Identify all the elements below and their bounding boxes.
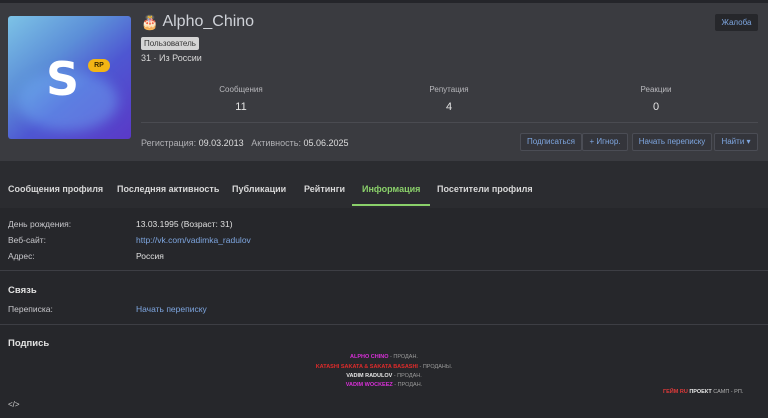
ignore-button[interactable]: + Игнор.: [582, 133, 628, 151]
activity-value: 05.06.2025: [303, 138, 349, 148]
profile-dates: Регистрация: 09.03.2013 Активность: 05.0…: [141, 138, 349, 148]
signature-name: VADIM RADULOV: [346, 373, 393, 379]
profile-tabs: Сообщения профиля Последняя активность П…: [0, 174, 768, 206]
username: 🎂 Alpho_Chino: [141, 13, 254, 31]
activity-label: Активность:: [251, 138, 301, 148]
start-conversation-link[interactable]: Начать переписку: [136, 304, 207, 314]
signature-name: ALPHO CHINO: [350, 354, 389, 360]
avatar-letter: S: [46, 52, 80, 106]
section-divider: [0, 324, 768, 325]
section-divider: [0, 270, 768, 271]
tab-latest-activity[interactable]: Последняя активность: [117, 174, 219, 206]
subscribe-button[interactable]: Подписаться: [520, 133, 582, 151]
footer-suffix: САМП - РП.: [711, 389, 744, 395]
stat-label: Реакции: [640, 85, 672, 94]
signature-name: KATASHI SAKATA & SAKATA BASASHI: [315, 364, 418, 370]
signature-line: VADIM RADULOV - ПРОДАН.: [0, 373, 768, 379]
signature-line: VADIM WOCKEEZ - ПРОДАН.: [0, 382, 768, 388]
signature-section-title: Подпись: [8, 338, 50, 349]
footer-project: ПРОЕКТ: [687, 389, 712, 395]
header-divider: [141, 122, 758, 123]
stat-value: 11: [235, 101, 247, 113]
tab-information[interactable]: Информация: [352, 174, 431, 206]
report-button[interactable]: Жалоба: [715, 14, 758, 31]
stat-reactions[interactable]: Реакции 0: [596, 85, 716, 113]
signature-status: - ПРОДАН.: [388, 354, 418, 360]
signature-status: - ПРОДАНЫ.: [417, 364, 453, 370]
profile-avatar[interactable]: S RP: [8, 16, 131, 139]
tab-ratings[interactable]: Рейтинги: [304, 174, 345, 206]
stat-value: 0: [652, 101, 660, 113]
avatar-rp-badge: RP: [88, 59, 110, 72]
signature-line: ALPHO CHINO - ПРОДАН.: [0, 354, 768, 360]
registration-label: Регистрация:: [141, 138, 197, 148]
info-label: Переписка:: [8, 304, 53, 314]
code-icon[interactable]: </>: [8, 400, 20, 409]
role-badge: Пользователь: [141, 37, 199, 50]
signature-line: KATASHI SAKATA & SAKATA BASASHI - ПРОДАН…: [0, 364, 768, 370]
stat-label: Репутация: [429, 85, 469, 94]
birthday-cake-icon: 🎂: [141, 13, 159, 30]
info-label: Адрес:: [8, 251, 35, 261]
start-conversation-button[interactable]: Начать переписку: [632, 133, 712, 151]
signature-status: - ПРОДАН.: [392, 382, 423, 388]
username-text: Alpho_Chino: [162, 13, 255, 30]
tab-profile-posts[interactable]: Сообщения профиля: [8, 174, 103, 206]
signature-status: - ПРОДАН.: [392, 373, 422, 379]
info-value: Россия: [136, 251, 164, 261]
signature-footer: ГЕЙМ RU ПРОЕКТ САМП - РП.: [663, 389, 743, 395]
stat-messages[interactable]: Сообщения 11: [181, 85, 301, 113]
registration-value: 09.03.2013: [198, 138, 244, 148]
contact-section-title: Связь: [8, 285, 37, 296]
stat-label: Сообщения: [219, 85, 263, 94]
stat-reputation[interactable]: Репутация 4: [389, 85, 509, 113]
info-value: 13.03.1995 (Возраст: 31): [136, 219, 233, 229]
find-dropdown-button[interactable]: Найти ▾: [714, 133, 758, 151]
profile-subline: 31 · Из России: [141, 53, 202, 63]
stat-value: 4: [445, 101, 453, 113]
website-link[interactable]: http://vk.com/vadimka_radulov: [136, 235, 251, 245]
info-label: День рождения:: [8, 219, 72, 229]
tab-postings[interactable]: Публикации: [232, 174, 286, 206]
signature-name: VADIM WOCKEEZ: [345, 382, 393, 388]
tab-profile-visitors[interactable]: Посетители профиля: [437, 174, 533, 206]
info-label: Веб-сайт:: [8, 235, 46, 245]
footer-brand: ГЕЙМ RU: [663, 389, 688, 395]
